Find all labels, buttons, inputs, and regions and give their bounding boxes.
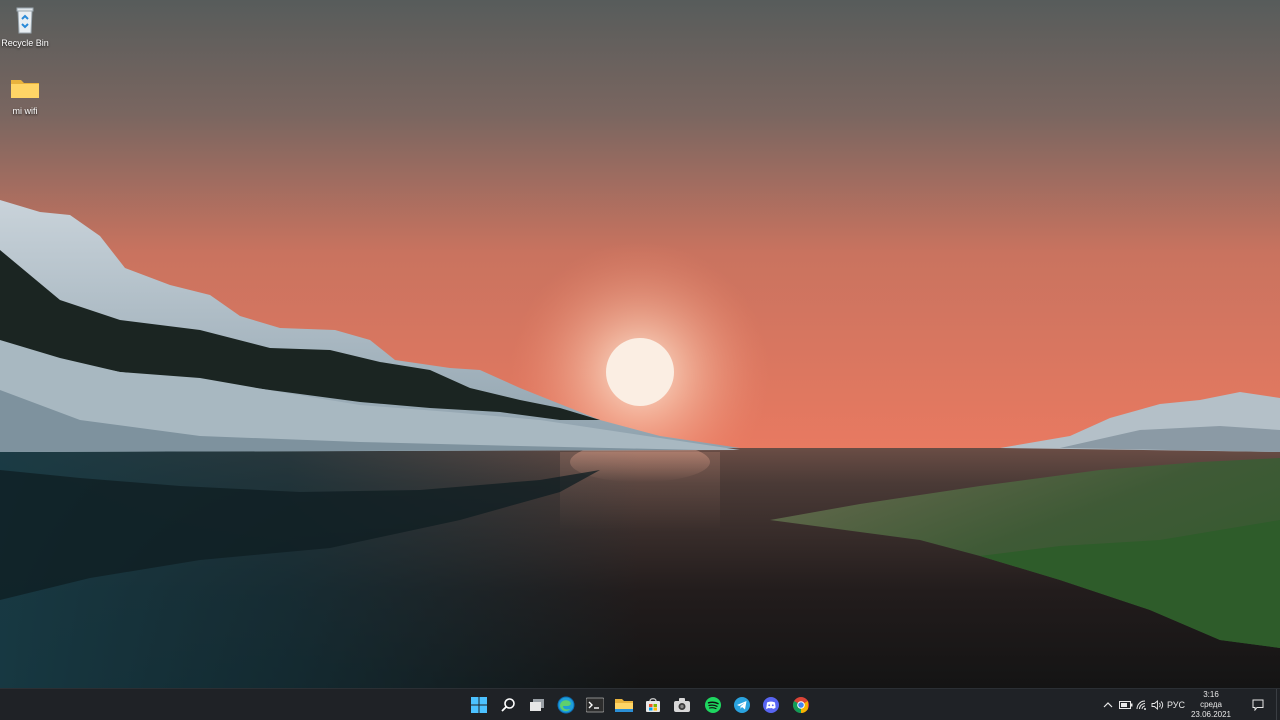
taskbar-app-discord[interactable] <box>759 693 783 717</box>
notifications-button[interactable] <box>1250 695 1266 715</box>
store-icon <box>646 698 660 712</box>
desktop-icon-label: Recycle Bin <box>1 38 49 48</box>
taskbar: РУС 3:16 среда 23.06.2021 <box>0 688 1280 720</box>
desktop[interactable]: Recycle Bin mi wifi <box>0 0 1280 688</box>
battery-status[interactable] <box>1118 695 1134 715</box>
taskbar-app-chrome[interactable] <box>789 693 813 717</box>
windows-start-icon <box>471 697 487 713</box>
show-desktop-button[interactable] <box>1276 689 1280 720</box>
chrome-icon <box>793 697 809 713</box>
start-button[interactable] <box>467 693 491 717</box>
clock-date-text: 23.06.2021 <box>1190 710 1232 719</box>
wifi-icon <box>1136 700 1146 710</box>
taskbar-app-edge[interactable] <box>554 693 578 717</box>
battery-icon <box>1119 701 1133 709</box>
task-view-button[interactable] <box>525 693 549 717</box>
camera-icon <box>674 698 690 712</box>
search-icon <box>501 698 515 712</box>
task-view-icon <box>530 699 544 711</box>
clock-weekday: среда <box>1200 700 1222 709</box>
notification-icon <box>1252 699 1264 711</box>
discord-icon <box>763 697 779 713</box>
spotify-icon <box>705 697 721 713</box>
recycle-bin-icon <box>16 7 34 34</box>
wallpaper-sunset-lake <box>0 0 1280 688</box>
taskbar-app-store[interactable] <box>641 693 665 717</box>
input-language-indicator[interactable]: РУС <box>1166 695 1186 715</box>
speaker-icon <box>1151 700 1163 710</box>
desktop-icon-recycle-bin[interactable]: Recycle Bin <box>0 4 50 49</box>
taskbar-app-telegram[interactable] <box>730 693 754 717</box>
desktop-icon-label: mi wifi <box>12 106 38 116</box>
clock-time: 3:16 <box>1203 690 1219 699</box>
telegram-icon <box>734 697 750 713</box>
clock-date[interactable]: 3:16 среда 23.06.2021 <box>1188 690 1234 720</box>
desktop-icon-mi-wifi-folder[interactable]: mi wifi <box>0 72 50 117</box>
volume-control[interactable] <box>1150 695 1164 715</box>
edge-icon <box>557 696 575 714</box>
terminal-icon <box>586 697 604 713</box>
search-button[interactable] <box>496 693 520 717</box>
chevron-up-icon <box>1103 702 1113 708</box>
taskbar-app-file-explorer[interactable] <box>612 693 636 717</box>
taskbar-app-terminal[interactable] <box>583 693 607 717</box>
folder-icon <box>11 80 39 98</box>
file-explorer-icon <box>615 699 633 712</box>
show-hidden-icons-button[interactable] <box>1101 695 1115 715</box>
network-status[interactable] <box>1135 695 1149 715</box>
taskbar-app-camera[interactable] <box>670 693 694 717</box>
taskbar-app-spotify[interactable] <box>701 693 725 717</box>
